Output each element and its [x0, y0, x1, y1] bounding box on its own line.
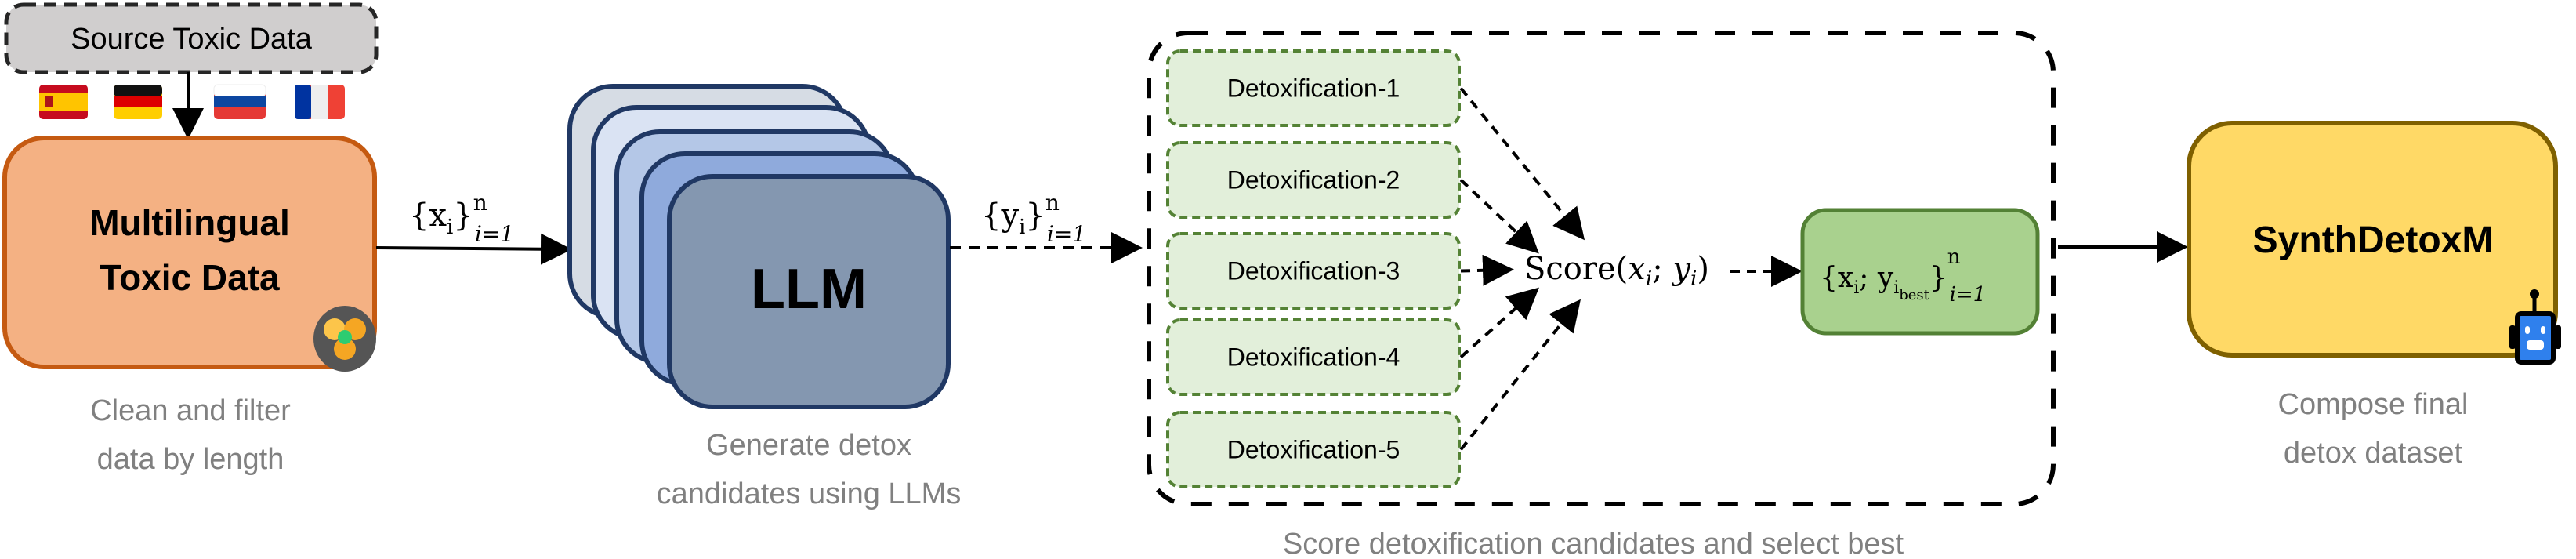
france-flag-icon	[295, 85, 345, 119]
candidate-label: Detoxification-4	[1227, 343, 1400, 372]
candidate-box: Detoxification-3	[1166, 232, 1461, 310]
score-function: Score(xi; yi)	[1524, 251, 1709, 291]
stage2-caption-line1: Generate detox	[706, 429, 911, 462]
flags	[39, 84, 345, 119]
stage1-title-line2: Toxic Data	[100, 257, 280, 298]
candidate-to-score-arrow	[1459, 179, 1539, 254]
source-toxic-data-node: Source Toxic Data	[4, 2, 379, 74]
stage2-caption-line2: candidates using LLMs	[657, 477, 962, 510]
edge-data-to-llm	[375, 233, 572, 265]
candidate-box: Detoxification-1	[1166, 49, 1461, 127]
biohazard-icon	[313, 306, 376, 372]
source-label: Source Toxic Data	[71, 23, 313, 56]
stage3-caption: Score detoxification candidates and sele…	[1283, 528, 1904, 559]
best-selection-node: {xi; yibest}n i=1	[1800, 208, 2040, 336]
russia-flag-icon	[213, 84, 266, 119]
stage1-caption-line1: Clean and filter	[90, 394, 291, 427]
candidate-list: Detoxification-1 Detoxification-2 Detoxifi…	[1166, 49, 1461, 488]
candidate-label: Detoxification-1	[1227, 74, 1400, 103]
stage1-caption-line2: data by length	[97, 443, 284, 476]
candidate-box: Detoxification-2	[1166, 141, 1461, 219]
candidate-box: Detoxification-5	[1166, 411, 1461, 488]
stage1-title-line1: Multilingual	[89, 202, 290, 243]
candidate-to-score-arrow	[1459, 299, 1581, 451]
stage4-caption-line1: Compose final	[2278, 388, 2469, 421]
spain-flag-icon	[39, 85, 88, 119]
llm-title: LLM	[751, 258, 867, 321]
candidate-box: Detoxification-4	[1166, 318, 1461, 396]
candidate-to-score-arrow	[1460, 254, 1514, 286]
synthdetoxm-title: SynthDetoxM	[2253, 220, 2494, 261]
candidate-label: Detoxification-2	[1227, 166, 1400, 194]
edge1-label: {xi}n i=1	[409, 190, 514, 247]
candidate-label: Detoxification-5	[1227, 436, 1400, 464]
stage4-caption-line2: detox dataset	[2284, 437, 2463, 470]
pipeline-diagram: Source Toxic Data Multilingual Toxic Dat…	[2, 2, 2561, 559]
candidate-label: Detoxification-3	[1227, 257, 1400, 285]
multilingual-toxic-data-node: Multilingual Toxic Data	[2, 136, 377, 372]
edge2-label: {yi}n i=1	[981, 190, 1086, 247]
synthdetoxm-node: SynthDetoxM	[2187, 121, 2561, 365]
germany-flag-icon	[114, 85, 162, 119]
candidate-to-score-arrow	[1459, 287, 1539, 358]
candidate-to-score-arrow	[1459, 87, 1585, 241]
llm-stack: LLM	[567, 84, 951, 409]
